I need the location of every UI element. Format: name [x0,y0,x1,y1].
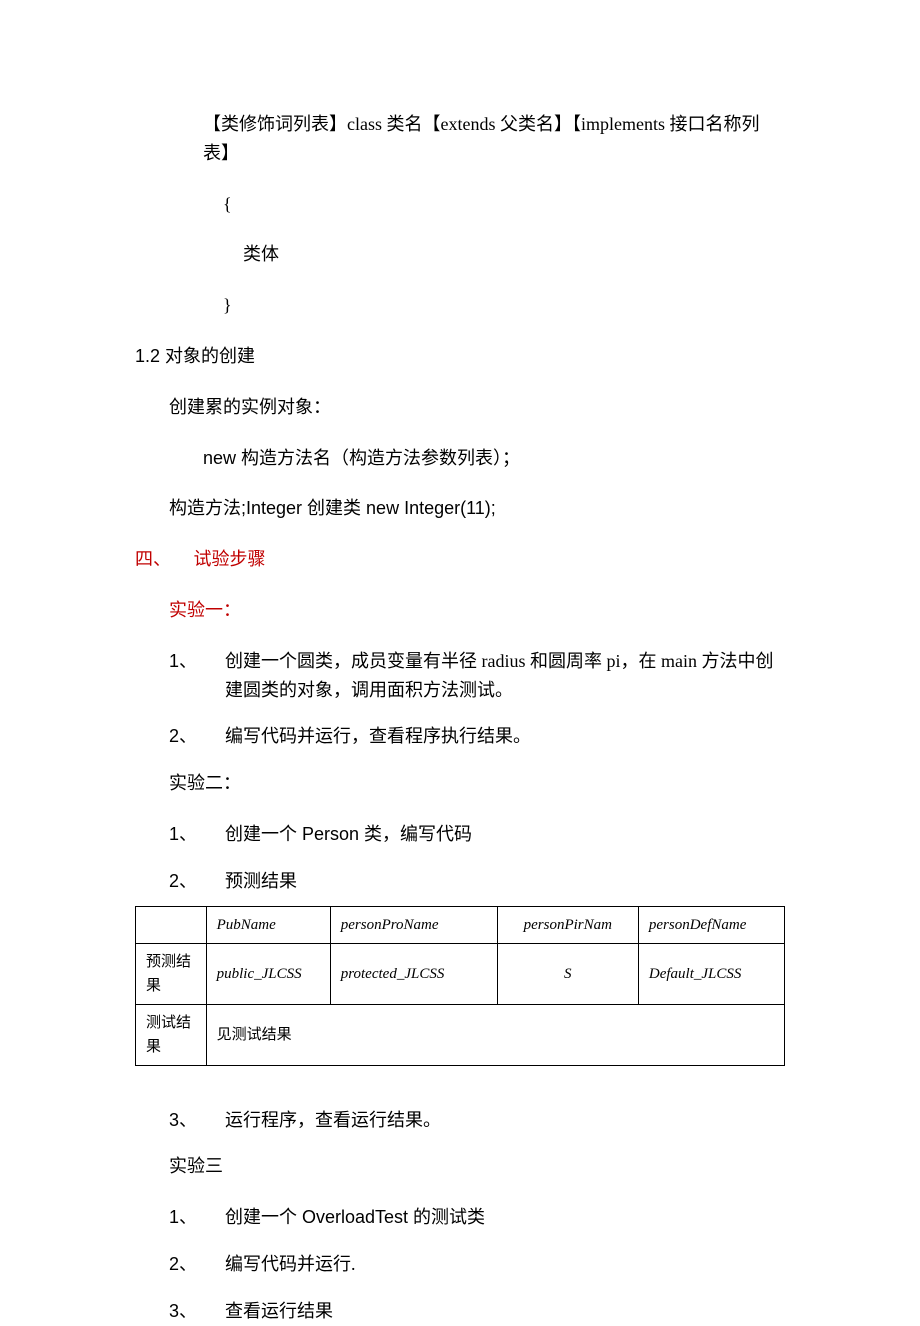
sec12-p3-text: 构造方法;Integer 创建类 new Integer(11); [169,498,496,518]
td-predict-label: 预测结果 [136,943,207,1004]
th-personpirnam: personPirNam [497,906,638,943]
experiment-2-title: 实验二： [169,769,785,798]
sec12-para3: 构造方法;Integer 创建类 new Integer(11); [169,494,785,523]
td-test-result: 见测试结果 [206,1004,784,1065]
exp1-item-1: 1、 创建一个圆类，成员变量有半径 radius 和圆周率 pi，在 main … [169,647,785,705]
exp1-item-2: 2、 编写代码并运行，查看程序执行结果。 [169,722,785,751]
th-empty [136,906,207,943]
table-header-row: PubName personProName personPirNam perso… [136,906,785,943]
exp3-item-3: 3、 查看运行结果 [169,1297,785,1326]
section-number: 1.2 对象的创建 [135,346,255,366]
sec12-para2: new 构造方法名（构造方法参数列表）； [203,444,785,473]
class-decl-line: 【类修饰词列表】class 类名【extends 父类名】【implements… [203,110,785,168]
list-text: 编写代码并运行，查看程序执行结果。 [225,722,785,751]
list-text: 创建一个圆类，成员变量有半径 radius 和圆周率 pi，在 main 方法中… [225,647,785,705]
sec4-num: 四、 [135,549,171,569]
td-s: S [497,943,638,1004]
section-1-2-heading: 1.2 对象的创建 [135,342,785,371]
table-row-predict: 预测结果 public_JLCSS protected_JLCSS S Defa… [136,943,785,1004]
list-number: 1、 [169,820,225,849]
list-number: 3、 [169,1297,225,1326]
class-body-text: 类体 [243,240,785,269]
list-text: 运行程序，查看运行结果。 [225,1106,785,1135]
sec4-title: 试验步骤 [194,549,266,569]
th-pubname: PubName [206,906,330,943]
list-number: 2、 [169,1250,225,1279]
exp2-item-3: 3、 运行程序，查看运行结果。 [169,1106,785,1135]
list-text: 编写代码并运行. [225,1250,785,1279]
list-number: 2、 [169,867,225,896]
sec12-p2-text: new 构造方法名（构造方法参数列表）； [203,448,520,468]
exp2-item-1: 1、 创建一个 Person 类，编写代码 [169,820,785,849]
list-text: 创建一个 OverloadTest 的测试类 [225,1203,785,1232]
list-number: 1、 [169,647,225,705]
exp3-item-1: 1、 创建一个 OverloadTest 的测试类 [169,1203,785,1232]
section-4-heading: 四、 试验步骤 [135,545,785,574]
list-text: 预测结果 [225,867,785,896]
exp2-item-2: 2、 预测结果 [169,867,785,896]
list-number: 1、 [169,1203,225,1232]
th-personproname: personProName [330,906,497,943]
exp3-item-2: 2、 编写代码并运行. [169,1250,785,1279]
td-default: Default_JLCSS [638,943,784,1004]
list-text: 查看运行结果 [225,1297,785,1326]
list-text: 创建一个 Person 类，编写代码 [225,820,785,849]
prediction-table: PubName personProName personPirNam perso… [135,906,785,1066]
table-row-test: 测试结果 见测试结果 [136,1004,785,1065]
list-number: 3、 [169,1106,225,1135]
brace-close: } [223,291,785,320]
td-protected: protected_JLCSS [330,943,497,1004]
brace-open: { [223,190,785,219]
experiment-1-title: 实验一： [169,596,785,625]
th-persondefname: personDefName [638,906,784,943]
list-number: 2、 [169,722,225,751]
td-test-label: 测试结果 [136,1004,207,1065]
td-public: public_JLCSS [206,943,330,1004]
experiment-3-title: 实验三 [169,1152,785,1181]
sec12-para1: 创建累的实例对象： [169,393,785,422]
